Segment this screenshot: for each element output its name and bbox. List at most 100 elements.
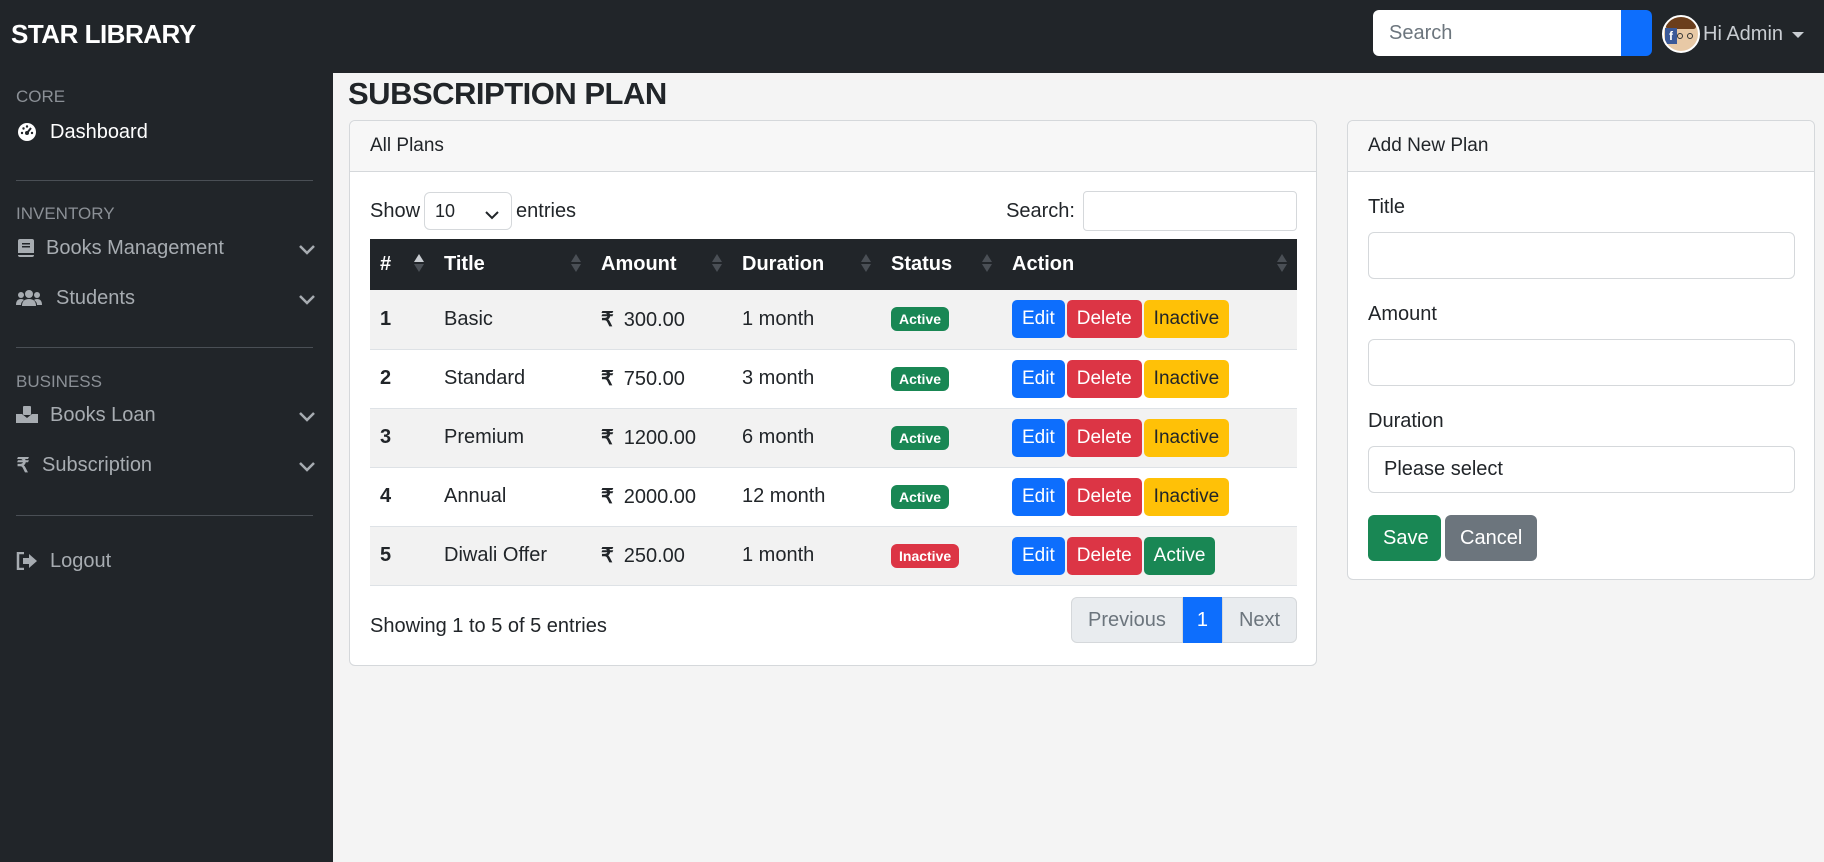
- sort-icon: [414, 254, 424, 272]
- cell-status: Active: [881, 290, 1002, 349]
- rupee-icon: ₹: [601, 486, 614, 508]
- title-field[interactable]: [1368, 232, 1795, 279]
- edit-button[interactable]: Edit: [1012, 477, 1065, 516]
- cell-status: Active: [881, 408, 1002, 467]
- sidebar-heading-core: CORE: [16, 87, 66, 106]
- sidebar-item-label: Subscription: [42, 453, 153, 476]
- cell-action: Edit Delete Inactive: [1002, 408, 1297, 467]
- pagination-next[interactable]: Next: [1221, 597, 1298, 643]
- entries-label: entries: [516, 199, 577, 222]
- cell-amount: ₹300.00: [601, 308, 685, 331]
- all-plans-card: All Plans Show 10 entries Search: # Titl…: [349, 120, 1317, 666]
- column-header-duration[interactable]: Duration: [732, 239, 881, 290]
- search-label: Search:: [1006, 199, 1075, 222]
- sort-icon: [712, 254, 722, 272]
- rupee-icon: ₹: [601, 427, 614, 449]
- delete-button[interactable]: Delete: [1066, 359, 1142, 398]
- brand-logo[interactable]: STAR LIBRARY: [11, 19, 196, 50]
- pagination-previous[interactable]: Previous: [1071, 597, 1183, 643]
- sidebar-item-dashboard[interactable]: Dashboard: [16, 117, 316, 147]
- status-badge: Active: [891, 366, 950, 391]
- entries-select[interactable]: 10: [424, 192, 513, 230]
- edit-button[interactable]: Edit: [1012, 300, 1065, 339]
- edit-button[interactable]: Edit: [1012, 418, 1065, 457]
- toggle-status-button[interactable]: Inactive: [1143, 418, 1230, 457]
- toggle-status-button[interactable]: Active: [1143, 536, 1216, 575]
- status-badge: Active: [891, 425, 950, 450]
- cell-amount: ₹1200.00: [601, 427, 697, 449]
- sidebar-divider: [16, 347, 313, 348]
- chevron-down-icon: [298, 456, 316, 479]
- users-icon: [16, 287, 42, 309]
- table-search: Search:: [1006, 191, 1297, 231]
- amount-field[interactable]: [1368, 339, 1795, 386]
- user-menu[interactable]: f Hi Admin: [1662, 14, 1805, 54]
- logout-icon: [16, 550, 38, 572]
- top-navbar: STAR LIBRARY f Hi Admin: [0, 0, 1824, 73]
- sidebar-item-books-loan[interactable]: Books Loan: [16, 400, 316, 430]
- column-header-action[interactable]: Action: [1002, 239, 1297, 290]
- table-row: 1 Basic ₹300.00 1 month Active Edit Delet…: [370, 290, 1297, 349]
- pagination: Previous 1 Next: [1071, 597, 1298, 643]
- card-header: Add New Plan: [1348, 121, 1814, 172]
- cell-title: Diwali Offer: [444, 544, 547, 566]
- sidebar-divider: [16, 180, 313, 181]
- sidebar-heading-inventory: INVENTORY: [16, 204, 115, 223]
- delete-button[interactable]: Delete: [1066, 536, 1142, 575]
- cell-duration: 1 month: [742, 544, 815, 566]
- status-badge: Inactive: [891, 543, 960, 568]
- table-info: Showing 1 to 5 of 5 entries: [370, 615, 607, 637]
- column-header-amount[interactable]: Amount: [591, 239, 732, 290]
- cell-number: 2: [380, 367, 392, 389]
- amount-label: Amount: [1368, 303, 1437, 325]
- edit-button[interactable]: Edit: [1012, 359, 1065, 398]
- search-button[interactable]: [1621, 10, 1652, 56]
- column-header-status[interactable]: Status: [881, 239, 1002, 290]
- sidebar-item-students[interactable]: Students: [16, 283, 316, 313]
- table-row: 3 Premium ₹1200.00 6 month Active Edit De…: [370, 408, 1297, 467]
- pagination-page-1[interactable]: 1: [1182, 597, 1222, 643]
- sidebar-item-label: Books Management: [46, 236, 224, 259]
- rupee-icon: ₹: [601, 368, 614, 390]
- table-row: 2 Standard ₹750.00 3 month Active Edit De…: [370, 349, 1297, 408]
- delete-button[interactable]: Delete: [1066, 477, 1142, 516]
- cell-title: Annual: [444, 485, 507, 507]
- navbar-search: [1373, 10, 1652, 56]
- cell-status: Active: [881, 467, 1002, 526]
- cancel-button[interactable]: Cancel: [1445, 515, 1537, 561]
- sidebar-item-subscription[interactable]: ₹ Subscription: [16, 450, 316, 480]
- entries-value: 10: [435, 200, 456, 221]
- toggle-status-button[interactable]: Inactive: [1143, 300, 1230, 339]
- sort-icon: [861, 254, 871, 272]
- chevron-down-icon: [298, 289, 316, 312]
- sidebar-item-books-management[interactable]: Books Management: [16, 233, 316, 263]
- cell-amount: ₹750.00: [601, 368, 685, 390]
- cell-duration: 6 month: [742, 426, 815, 448]
- sort-icon: [982, 254, 992, 272]
- edit-button[interactable]: Edit: [1012, 536, 1065, 575]
- status-badge: Active: [891, 307, 950, 332]
- delete-button[interactable]: Delete: [1066, 300, 1142, 339]
- search-input[interactable]: [1373, 10, 1622, 56]
- toggle-status-button[interactable]: Inactive: [1143, 359, 1230, 398]
- sidebar-item-label: Students: [56, 286, 135, 309]
- caret-down-icon: [1792, 32, 1805, 38]
- column-header-number[interactable]: #: [370, 239, 434, 290]
- toggle-status-button[interactable]: Inactive: [1143, 477, 1230, 516]
- cell-duration: 12 month: [742, 485, 826, 507]
- cell-action: Edit Delete Inactive: [1002, 467, 1297, 526]
- card-header: All Plans: [350, 121, 1316, 172]
- delete-button[interactable]: Delete: [1066, 418, 1142, 457]
- column-header-title[interactable]: Title: [434, 239, 591, 290]
- sidebar-item-label: Books Loan: [50, 403, 156, 426]
- save-button[interactable]: Save: [1368, 515, 1441, 561]
- add-plan-card: Add New Plan Title Amount Duration Pleas…: [1347, 120, 1815, 580]
- table-search-input[interactable]: [1083, 191, 1297, 231]
- rupee-icon: ₹: [601, 545, 614, 567]
- table-controls: Show 10 entries Search:: [370, 191, 1297, 231]
- duration-select[interactable]: Please select: [1368, 446, 1795, 493]
- table-row: 4 Annual ₹2000.00 12 month Active Edit De…: [370, 467, 1297, 526]
- sidebar-item-logout[interactable]: Logout: [16, 546, 316, 576]
- cell-number: 1: [380, 307, 392, 330]
- cell-number: 5: [380, 544, 392, 566]
